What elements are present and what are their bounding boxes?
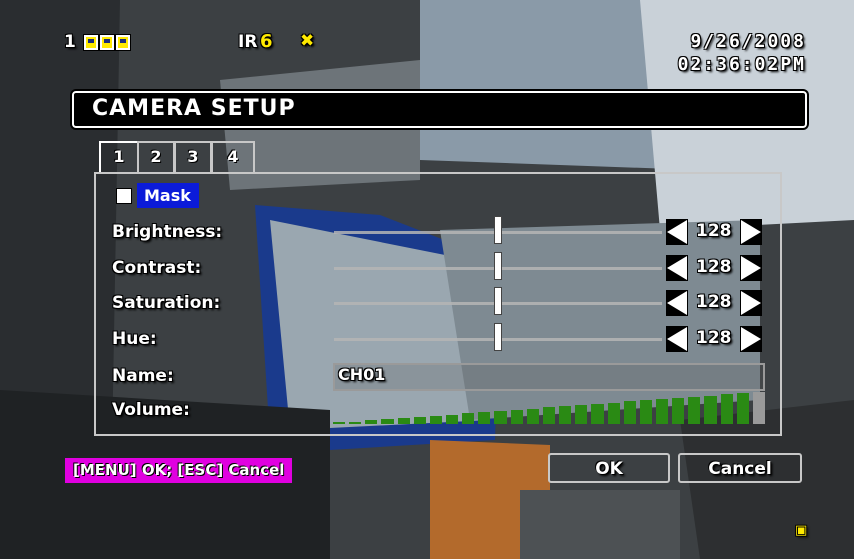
arrow-left-icon (667, 327, 687, 351)
volume-meter-bar (333, 422, 346, 424)
hue-slider-thumb[interactable] (494, 323, 502, 351)
volume-meter-bar (429, 415, 443, 424)
volume-meter-bar (462, 413, 475, 424)
ir-value: 6 (260, 31, 273, 52)
channel-number: 1 (64, 32, 76, 52)
volume-meter-bar (494, 410, 507, 424)
arrow-left-icon (667, 256, 687, 280)
arrow-right-icon (741, 291, 761, 315)
volume-label: Volume: (112, 400, 190, 420)
volume-meter-bar (575, 405, 588, 424)
name-label: Name: (112, 366, 174, 386)
contrast-value: 128 (696, 257, 732, 277)
contrast-label: Contrast: (112, 258, 202, 278)
volume-meter-bar (655, 399, 669, 424)
date-display: 9/26/2008 (690, 31, 806, 52)
volume-meter-bar (607, 402, 620, 424)
volume-meter-bar (542, 407, 556, 424)
volume-meter-bar (365, 420, 378, 424)
arrow-left-icon (667, 220, 687, 244)
volume-meter-bar (688, 396, 701, 424)
volume-meter-bar (526, 408, 539, 424)
tab-1[interactable]: 1 (99, 141, 139, 173)
volume-meter-bar (413, 416, 426, 424)
hue-increase-button[interactable] (740, 326, 762, 352)
record-indicator-icon: ▣ (795, 523, 808, 538)
saturation-label: Saturation: (112, 293, 221, 313)
mask-checkbox[interactable] (116, 188, 132, 204)
hue-value: 128 (696, 328, 732, 348)
saturation-decrease-button[interactable] (666, 290, 688, 316)
volume-meter-bar (752, 392, 765, 424)
saturation-value: 128 (696, 292, 732, 312)
volume-meter-bar (623, 401, 636, 424)
arrow-right-icon (741, 256, 761, 280)
contrast-decrease-button[interactable] (666, 255, 688, 281)
name-input-value: CH01 (338, 365, 386, 384)
volume-meter-bar (510, 409, 523, 424)
name-input[interactable] (333, 363, 765, 391)
volume-meter-bar (349, 421, 362, 424)
volume-meter-bar (736, 393, 749, 424)
volume-meter-bar (672, 397, 685, 424)
volume-meter-bar (381, 419, 394, 424)
arrow-right-icon (741, 220, 761, 244)
saturation-slider-thumb[interactable] (494, 287, 502, 315)
volume-meter-bar (478, 412, 491, 424)
help-hint: [MENU] OK; [ESC] Cancel (65, 458, 293, 483)
volume-meter-bar (591, 403, 604, 424)
volume-meter-bar (704, 395, 717, 424)
brightness-increase-button[interactable] (740, 219, 762, 245)
hue-label: Hue: (112, 329, 157, 349)
brightness-value: 128 (696, 221, 732, 241)
channel-1-icon (84, 35, 98, 50)
mask-label[interactable]: Mask (137, 183, 199, 208)
speaker-muted-icon: ✖ (300, 31, 315, 51)
volume-meter-bar (720, 394, 733, 424)
brightness-label: Brightness: (112, 222, 223, 242)
ok-button[interactable]: OK (548, 453, 670, 483)
dialog-title-bar: CAMERA SETUP (72, 91, 807, 128)
brightness-decrease-button[interactable] (666, 219, 688, 245)
tab-2[interactable]: 2 (137, 141, 175, 173)
ir-label: IR (238, 32, 258, 52)
arrow-left-icon (667, 291, 687, 315)
volume-meter-bar (397, 418, 410, 424)
volume-meter-bar (559, 406, 572, 424)
volume-meter[interactable] (333, 392, 765, 428)
volume-meter-bar (446, 414, 459, 424)
time-display: 02:36:02PM (677, 54, 806, 75)
hue-decrease-button[interactable] (666, 326, 688, 352)
channel-2-icon (100, 35, 114, 50)
cancel-button[interactable]: Cancel (678, 453, 802, 483)
volume-meter-bar (639, 400, 652, 424)
tab-3[interactable]: 3 (174, 141, 212, 173)
dialog-title: CAMERA SETUP (92, 96, 296, 121)
saturation-increase-button[interactable] (740, 290, 762, 316)
contrast-slider-thumb[interactable] (494, 252, 502, 280)
contrast-increase-button[interactable] (740, 255, 762, 281)
channel-3-icon (116, 35, 130, 50)
tab-4[interactable]: 4 (211, 141, 255, 173)
arrow-right-icon (741, 327, 761, 351)
camera-screen: 1 IR 6 ✖ 9/26/2008 02:36:02PM CAMERA SET… (0, 0, 854, 559)
brightness-slider-thumb[interactable] (494, 216, 502, 244)
